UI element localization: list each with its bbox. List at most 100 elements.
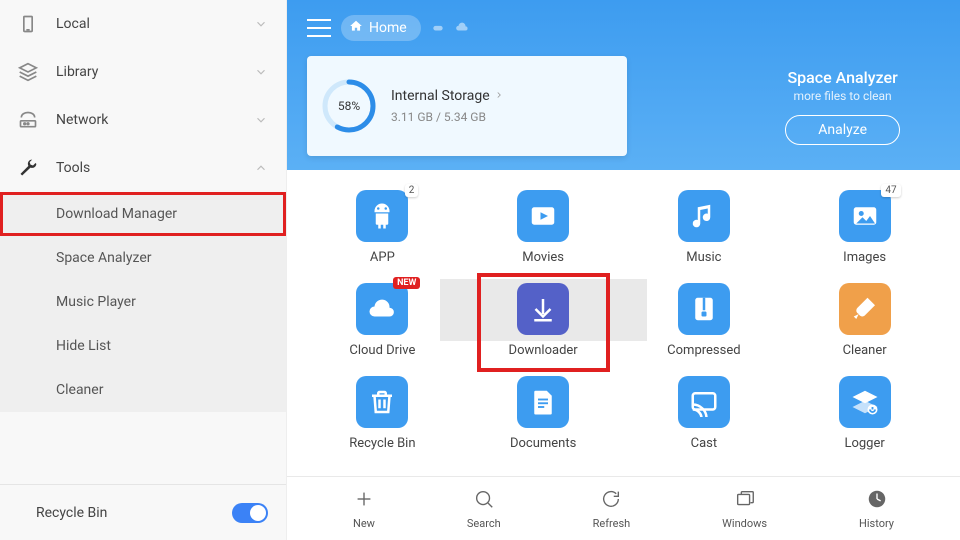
note-icon	[678, 190, 730, 242]
stack-icon	[18, 62, 38, 82]
recycle-bin-label: Recycle Bin	[36, 505, 232, 521]
tile-app[interactable]: 2 APP	[307, 190, 458, 265]
sidebar: Local Library Network	[0, 0, 287, 540]
bottom-history-button[interactable]: History	[859, 488, 894, 530]
play-icon	[517, 190, 569, 242]
analyze-button[interactable]: Analyze	[785, 115, 900, 145]
sidebar-item-library[interactable]: Library	[0, 48, 286, 96]
sidebar-sub-label: Cleaner	[56, 382, 103, 398]
sidebar-item-label: Network	[56, 112, 254, 128]
space-analyzer-panel: Space Analyzer more files to clean Analy…	[785, 56, 900, 156]
bottom-label: Search	[467, 517, 501, 530]
tile-label: Images	[843, 250, 886, 265]
trash-icon	[356, 376, 408, 428]
analyzer-subtitle: more files to clean	[794, 89, 892, 103]
tile-label: Music	[686, 250, 721, 265]
tile-compressed[interactable]: Compressed	[629, 283, 780, 358]
tile-cast[interactable]: Cast	[629, 376, 780, 451]
new-badge: NEW	[393, 277, 420, 289]
sidebar-sub-hide-list[interactable]: Hide List	[0, 324, 286, 368]
tile-label: Downloader	[509, 343, 578, 358]
main-area: Home 58%	[287, 0, 960, 540]
count-badge: 2	[405, 184, 419, 197]
home-icon	[349, 19, 363, 37]
clock-icon	[866, 488, 888, 513]
storage-card[interactable]: 58% Internal Storage 3.11 GB / 5.34 GB	[307, 56, 627, 156]
tile-label: Compressed	[667, 343, 740, 358]
cloud-icon: NEW	[356, 283, 408, 335]
windows-icon	[734, 488, 756, 513]
phone-icon	[18, 14, 38, 34]
sidebar-sub-label: Hide List	[56, 338, 111, 354]
download-icon	[517, 283, 569, 335]
sidebar-item-label: Tools	[56, 160, 254, 176]
sidebar-item-tools[interactable]: Tools	[0, 144, 286, 192]
chevron-up-icon	[254, 161, 268, 175]
bottom-refresh-button[interactable]: Refresh	[593, 488, 631, 530]
chevron-right-icon	[494, 88, 504, 104]
tile-label: Recycle Bin	[349, 436, 415, 451]
recycle-bin-toggle[interactable]	[232, 503, 268, 523]
tile-downloader[interactable]: Downloader	[468, 283, 619, 358]
tile-documents[interactable]: Documents	[468, 376, 619, 451]
bottom-bar: New Search Refresh Windows History	[287, 476, 960, 540]
bottom-search-button[interactable]: Search	[467, 488, 501, 530]
plus-icon	[353, 488, 375, 513]
refresh-icon	[600, 488, 622, 513]
tile-movies[interactable]: Movies	[468, 190, 619, 265]
image-icon: 47	[839, 190, 891, 242]
tile-label: APP	[370, 250, 395, 265]
sidebar-recycle-bin[interactable]: Recycle Bin	[0, 484, 286, 540]
bottom-new-button[interactable]: New	[353, 488, 375, 530]
tile-label: Movies	[522, 250, 564, 265]
cast-icon	[678, 376, 730, 428]
category-grid: 2 APP Movies Music 47 Images NEW Cloud Drive Dow…	[287, 170, 960, 476]
chevron-down-icon	[254, 65, 268, 79]
tile-label: Logger	[844, 436, 884, 451]
breadcrumb-label: Home	[369, 20, 407, 36]
sidebar-sub-label: Download Manager	[56, 206, 177, 222]
storage-detail: 3.11 GB / 5.34 GB	[391, 110, 504, 124]
tile-label: Cast	[691, 436, 718, 451]
wrench-icon	[18, 158, 38, 178]
android-icon: 2	[356, 190, 408, 242]
brush-icon	[839, 283, 891, 335]
tile-images[interactable]: 47 Images	[789, 190, 940, 265]
menu-button[interactable]	[307, 19, 331, 37]
bottom-label: New	[353, 517, 375, 530]
tile-label: Cloud Drive	[349, 343, 415, 358]
sidebar-sub-label: Music Player	[56, 294, 136, 310]
tile-logger[interactable]: Logger	[789, 376, 940, 451]
breadcrumb-home[interactable]: Home	[341, 15, 421, 41]
sidebar-sub-space-analyzer[interactable]: Space Analyzer	[0, 236, 286, 280]
zip-icon	[678, 283, 730, 335]
analyzer-title: Space Analyzer	[787, 68, 897, 87]
layers-icon	[839, 376, 891, 428]
sidebar-sub-label: Space Analyzer	[56, 250, 152, 266]
sidebar-item-label: Local	[56, 16, 254, 32]
tile-label: Documents	[510, 436, 576, 451]
bottom-label: Windows	[722, 517, 767, 530]
tile-cloud-drive[interactable]: NEW Cloud Drive	[307, 283, 458, 358]
bottom-label: History	[859, 517, 894, 530]
sidebar-item-local[interactable]: Local	[0, 0, 286, 48]
bottom-windows-button[interactable]: Windows	[722, 488, 767, 530]
sidebar-sub-cleaner[interactable]: Cleaner	[0, 368, 286, 412]
sidebar-item-network[interactable]: Network	[0, 96, 286, 144]
tile-recycle-bin[interactable]: Recycle Bin	[307, 376, 458, 451]
chevron-down-icon	[254, 113, 268, 127]
storage-title: Internal Storage	[391, 88, 490, 104]
tile-cleaner[interactable]: Cleaner	[789, 283, 940, 358]
top-header: Home 58%	[287, 0, 960, 170]
count-badge: 47	[881, 184, 900, 197]
sidebar-sub-music-player[interactable]: Music Player	[0, 280, 286, 324]
sidebar-sub-download-manager[interactable]: Download Manager	[0, 192, 286, 236]
sidebar-item-label: Library	[56, 64, 254, 80]
sidebar-sub-tools: Download Manager Space Analyzer Music Pl…	[0, 192, 286, 412]
doc-icon	[517, 376, 569, 428]
tile-music[interactable]: Music	[629, 190, 780, 265]
router-icon	[18, 110, 38, 130]
bottom-label: Refresh	[593, 517, 631, 530]
storage-percent: 58%	[321, 78, 377, 134]
cloud-icon	[455, 19, 469, 38]
